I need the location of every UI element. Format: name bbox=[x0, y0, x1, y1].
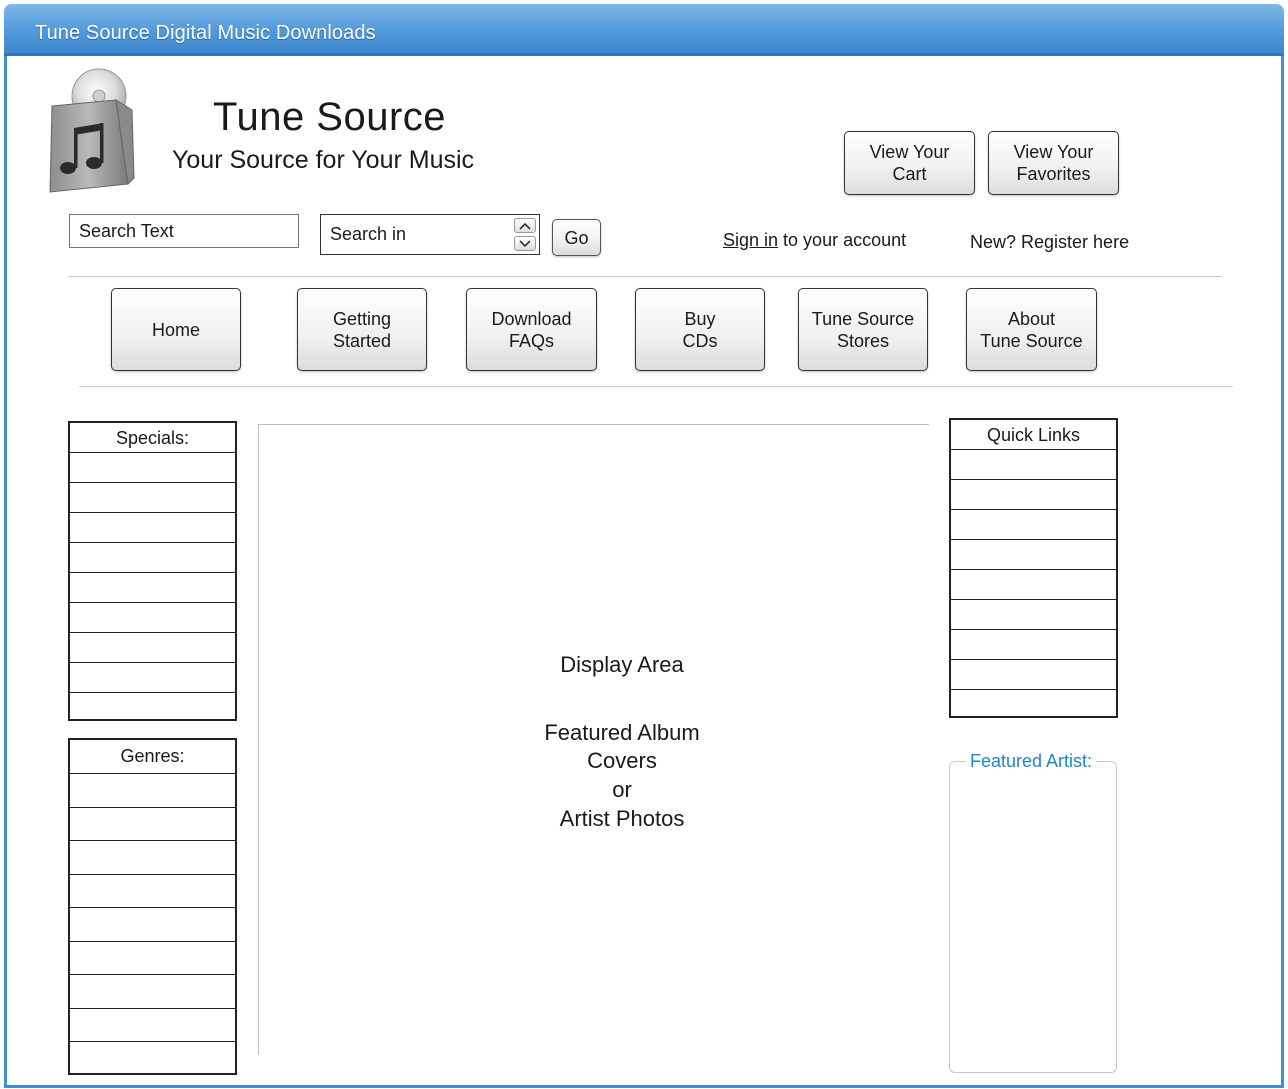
brand-title: Tune Source bbox=[213, 95, 447, 139]
specials-row[interactable] bbox=[70, 573, 235, 603]
window-title: Tune Source Digital Music Downloads bbox=[35, 22, 376, 44]
featured-album-label: Featured Album bbox=[544, 720, 700, 745]
nav-buy-cds[interactable]: Buy CDs bbox=[635, 288, 765, 371]
view-cart-button[interactable]: View Your Cart bbox=[844, 131, 975, 195]
nav-tune-source-stores[interactable]: Tune Source Stores bbox=[798, 288, 928, 371]
register-link[interactable]: New? Register here bbox=[970, 232, 1129, 253]
specials-row[interactable] bbox=[70, 513, 235, 543]
genres-panel: Genres: bbox=[68, 738, 237, 1075]
genre-row[interactable] bbox=[70, 942, 235, 975]
quick-links-panel: Quick Links bbox=[949, 418, 1118, 718]
view-favorites-button[interactable]: View Your Favorites bbox=[988, 131, 1119, 195]
or-label: or bbox=[612, 777, 632, 802]
nav-getting-started[interactable]: Getting Started bbox=[297, 288, 427, 371]
header-divider bbox=[68, 276, 1222, 277]
genre-row[interactable] bbox=[70, 875, 235, 908]
quick-link-row[interactable] bbox=[951, 570, 1116, 600]
specials-panel: Specials: bbox=[68, 421, 237, 721]
specials-row[interactable] bbox=[70, 483, 235, 513]
quick-link-row[interactable] bbox=[951, 600, 1116, 630]
sign-in-link[interactable]: Sign in bbox=[723, 230, 778, 250]
artist-photos-label: Artist Photos bbox=[559, 806, 685, 831]
quick-link-row[interactable] bbox=[951, 660, 1116, 690]
quick-link-row[interactable] bbox=[951, 450, 1116, 480]
specials-row[interactable] bbox=[70, 453, 235, 483]
featured-artist-title: Featured Artist: bbox=[966, 751, 1097, 772]
quick-link-row[interactable] bbox=[951, 540, 1116, 570]
specials-title: Specials: bbox=[70, 423, 235, 453]
nav-about-tune-source[interactable]: About Tune Source bbox=[966, 288, 1097, 371]
sign-in-suffix: to your account bbox=[778, 230, 907, 250]
covers-label: Covers bbox=[587, 748, 657, 773]
genre-row[interactable] bbox=[70, 908, 235, 942]
quick-link-row[interactable] bbox=[951, 510, 1116, 540]
brand-tagline: Your Source for Your Music bbox=[172, 146, 475, 174]
genre-row[interactable] bbox=[70, 1042, 235, 1073]
sign-in-text: Sign in to your account bbox=[723, 230, 906, 251]
genre-row[interactable] bbox=[70, 808, 235, 841]
window-titlebar: Tune Source Digital Music Downloads bbox=[4, 4, 1284, 56]
search-in-select[interactable]: Search in bbox=[320, 214, 540, 255]
quick-link-row[interactable] bbox=[951, 690, 1116, 716]
quick-link-row[interactable] bbox=[951, 630, 1116, 660]
featured-artist-box bbox=[949, 761, 1117, 1073]
search-in-value: Search in bbox=[330, 224, 407, 244]
specials-row[interactable] bbox=[70, 663, 235, 693]
genre-row[interactable] bbox=[70, 975, 235, 1009]
go-button[interactable]: Go bbox=[552, 219, 601, 256]
specials-row[interactable] bbox=[70, 603, 235, 633]
specials-row[interactable] bbox=[70, 693, 235, 719]
chevron-up-icon[interactable] bbox=[514, 218, 536, 233]
genre-row[interactable] bbox=[70, 1009, 235, 1042]
search-input[interactable]: Search Text bbox=[69, 214, 299, 248]
genres-title: Genres: bbox=[70, 740, 235, 774]
display-area-label: Display Area bbox=[560, 652, 684, 677]
chevron-down-icon[interactable] bbox=[514, 236, 536, 251]
genre-row[interactable] bbox=[70, 774, 235, 808]
nav-divider bbox=[79, 386, 1233, 387]
genre-row[interactable] bbox=[70, 841, 235, 875]
quick-links-title: Quick Links bbox=[951, 420, 1116, 450]
quick-link-row[interactable] bbox=[951, 480, 1116, 510]
music-bag-icon bbox=[44, 66, 136, 194]
nav-download-faqs[interactable]: Download FAQs bbox=[466, 288, 597, 371]
specials-row[interactable] bbox=[70, 543, 235, 573]
specials-row[interactable] bbox=[70, 633, 235, 663]
nav-home[interactable]: Home bbox=[111, 288, 241, 371]
